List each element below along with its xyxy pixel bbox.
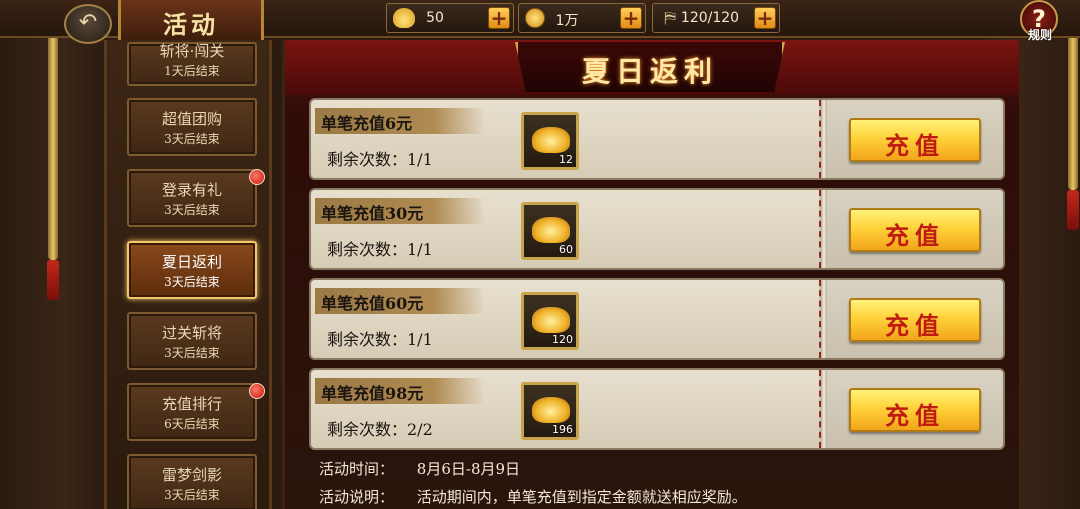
sidebar-item-6[interactable]: 雷梦剑影 3天后结束: [127, 454, 257, 509]
reward-condition: 单笔充值98元: [321, 384, 424, 403]
reward-item[interactable]: 196: [521, 382, 579, 440]
gold-ingot-icon: [532, 397, 570, 423]
notification-dot: [249, 383, 265, 399]
back-button[interactable]: ↶: [64, 4, 112, 44]
main-title-plate: 夏日返利: [515, 42, 785, 92]
sidebar-item-duration: 3天后结束: [164, 346, 220, 360]
recharge-button[interactable]: 充值: [849, 388, 981, 432]
ticket-divider: [819, 370, 827, 448]
sidebar-item-duration: 6天后结束: [164, 417, 220, 431]
page-title: 活动: [163, 10, 219, 39]
event-time: 活动时间： 8月6日-8月9日: [319, 458, 520, 479]
reward-row-2: 单笔充值60元 剩余次数：1/1 120 充值: [309, 278, 1005, 360]
ticket-divider: [819, 190, 827, 268]
reward-row-0: 单笔充值6元 剩余次数：1/1 12 充值: [309, 98, 1005, 180]
ticket-divider: [819, 100, 827, 178]
sidebar-item-name: 充值排行: [161, 395, 222, 413]
resource-gold: 50 +: [386, 3, 514, 33]
gold-ingot-icon: [532, 307, 570, 333]
coin-value: 1万: [555, 13, 579, 29]
event-time-value: 8月6日-8月9日: [416, 460, 521, 478]
resource-stamina: ⛿ 120/120 +: [652, 3, 780, 33]
event-desc-value: 活动期间内，单笔充值到指定金额就送相应奖励。: [416, 488, 747, 506]
recharge-button[interactable]: 充值: [849, 208, 981, 252]
reward-item[interactable]: 12: [521, 112, 579, 170]
sidebar-item-name: 超值团购: [161, 110, 222, 128]
remaining-count: 剩余次数：1/1: [327, 330, 433, 349]
reward-row-3: 单笔充值98元 剩余次数：2/2 196 充值: [309, 368, 1005, 450]
sidebar-item-3[interactable]: 夏日返利 3天后结束: [127, 241, 257, 299]
reward-qty: 120: [552, 333, 573, 346]
main-panel: 夏日返利 单笔充值6元 剩余次数：1/1 12 充值 单笔充值30元 剩余次数：…: [282, 40, 1022, 509]
sidebar-item-duration: 1天后结束: [164, 64, 220, 78]
right-tassel-decoration: [1067, 30, 1079, 230]
sidebar-item-duration: 3天后结束: [164, 488, 220, 502]
rules-label: 规则: [1027, 28, 1052, 42]
sidebar-item-duration: 3天后结束: [164, 203, 220, 217]
sidebar-item-duration: 3天后结束: [164, 132, 220, 146]
resource-coin: 1万 +: [518, 3, 646, 33]
page-title-tab: 活动: [118, 0, 264, 40]
gold-ingot-icon: [532, 217, 570, 243]
reward-row-1: 单笔充值30元 剩余次数：1/1 60 充值: [309, 188, 1005, 270]
remaining-count: 剩余次数：1/1: [327, 150, 433, 169]
activity-sidebar: 斩将·闯关 1天后结束 超值团购 3天后结束 登录有礼 3天后结束 夏日返利 3…: [104, 40, 272, 509]
sidebar-item-name: 雷梦剑影: [161, 466, 222, 484]
rules-button[interactable]: ? 规则: [1018, 0, 1062, 44]
sidebar-item-5[interactable]: 充值排行 6天后结束: [127, 383, 265, 441]
recharge-button-label: 充值: [885, 311, 945, 340]
event-description: 活动说明： 活动期间内，单笔充值到指定金额就送相应奖励。: [319, 486, 747, 507]
sidebar-item-name: 过关斩将: [161, 324, 222, 342]
event-time-label: 活动时间：: [319, 460, 395, 478]
recharge-button-label: 充值: [885, 401, 945, 430]
reward-item[interactable]: 120: [521, 292, 579, 350]
reward-condition: 单笔充值30元: [321, 204, 424, 223]
gold-value: 50: [426, 10, 444, 26]
add-gold-button[interactable]: +: [488, 7, 510, 29]
reward-item[interactable]: 60: [521, 202, 579, 260]
gold-ingot-icon: [532, 127, 570, 153]
main-title: 夏日返利: [581, 55, 718, 88]
event-desc-label: 活动说明：: [319, 488, 395, 506]
reward-condition: 单笔充值60元: [321, 294, 424, 313]
sidebar-item-0[interactable]: 斩将·闯关 1天后结束: [127, 42, 257, 86]
remaining-count: 剩余次数：1/1: [327, 240, 433, 259]
sidebar-item-duration: 3天后结束: [164, 275, 220, 289]
reward-qty: 60: [559, 243, 573, 256]
recharge-button-label: 充值: [885, 221, 945, 250]
sidebar-item-name: 斩将·闯关: [159, 42, 225, 60]
add-stamina-button[interactable]: +: [754, 7, 776, 29]
sidebar-item-name: 登录有礼: [161, 181, 222, 199]
reward-qty: 12: [559, 153, 573, 166]
reward-condition: 单笔充值6元: [321, 114, 413, 133]
sidebar-item-4[interactable]: 过关斩将 3天后结束: [127, 312, 257, 370]
ticket-divider: [819, 280, 827, 358]
recharge-button[interactable]: 充值: [849, 118, 981, 162]
remaining-count: 剩余次数：2/2: [327, 420, 433, 439]
sidebar-item-name: 夏日返利: [161, 253, 222, 271]
add-coin-button[interactable]: +: [620, 7, 642, 29]
recharge-button-label: 充值: [885, 131, 945, 160]
left-tassel-decoration: [47, 30, 59, 300]
reward-qty: 196: [552, 423, 573, 436]
notification-dot: [249, 169, 265, 185]
recharge-button[interactable]: 充值: [849, 298, 981, 342]
sidebar-item-1[interactable]: 超值团购 3天后结束: [127, 98, 257, 156]
stamina-value: 120/120: [680, 10, 740, 26]
sidebar-item-2[interactable]: 登录有礼 3天后结束: [127, 169, 265, 227]
